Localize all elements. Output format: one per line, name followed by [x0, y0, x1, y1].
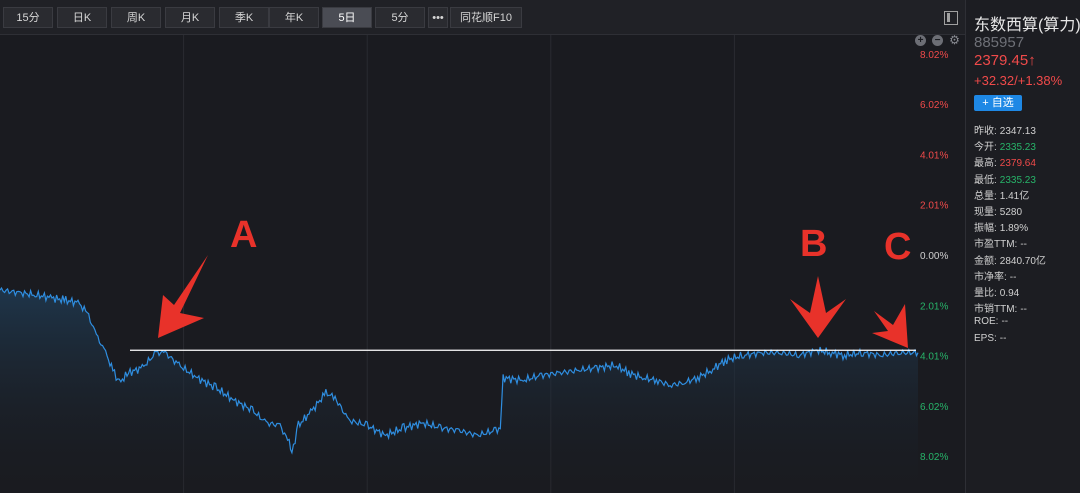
- stock-name: 东数西算(算力): [974, 17, 1080, 34]
- stat-label: 现量:: [974, 207, 997, 218]
- tab-f10[interactable]: 同花顺F10: [450, 7, 522, 28]
- stat-row: 最低: 2335.23: [974, 171, 1036, 186]
- stat-label: 最低:: [974, 174, 997, 186]
- stat-row: 市盈TTM: --: [974, 235, 1027, 250]
- stat-row: 市销TTM: --: [974, 300, 1027, 315]
- stat-value: --: [1020, 304, 1027, 316]
- y-tick-label: 6.02%: [920, 402, 948, 413]
- stat-label: 最高:: [974, 158, 997, 170]
- stat-value: --: [999, 332, 1007, 344]
- chart-canvas: 8.02% 6.02% 4.01% 2.01% 0.00% 2.01% 4.01% 6.02%…: [0, 35, 948, 493]
- stat-label: 量比:: [974, 288, 997, 299]
- chart-settings-gear-icon[interactable]: ⚙: [949, 34, 960, 46]
- period-toolbar: 15分 日K 周K 月K 季K 年K 5日 5分 ••• 同花顺F10: [0, 0, 965, 35]
- zoom-in-icon[interactable]: +: [915, 35, 926, 46]
- stat-label: 市净率:: [974, 271, 1007, 283]
- y-tick-label: 0.00%: [920, 251, 948, 262]
- zoom-out-icon[interactable]: −: [932, 35, 943, 46]
- stat-value: 0.94: [999, 288, 1020, 299]
- stat-label: 昨收:: [974, 126, 997, 137]
- stat-row: 市净率: --: [974, 268, 1016, 283]
- annotation-b: B: [800, 223, 827, 265]
- stat-value: 2379.64: [999, 158, 1036, 170]
- stat-row: EPS: --: [974, 333, 1006, 344]
- arrow-a-icon: [158, 255, 208, 338]
- stat-label: 市盈TTM:: [974, 239, 1018, 251]
- annotation-a: A: [230, 214, 257, 256]
- stat-value: 2335.23: [999, 142, 1036, 154]
- stat-label: EPS:: [974, 332, 997, 344]
- last-price: 2379.45↑: [974, 52, 1036, 69]
- stat-value: 2347.13: [999, 126, 1036, 137]
- stat-row: 昨收: 2347.13: [974, 122, 1036, 137]
- stat-label: 金额:: [974, 255, 997, 267]
- y-tick-label: 8.02%: [920, 50, 948, 61]
- stat-label: ROE:: [974, 316, 999, 328]
- more-tabs-button[interactable]: •••: [428, 7, 448, 28]
- tab-15min[interactable]: 15分: [3, 7, 53, 28]
- stat-value: 1.41亿: [999, 190, 1030, 202]
- intraday-chart: 8.02% 6.02% 4.01% 2.01% 0.00% 2.01% 4.01% 6.02%…: [0, 34, 965, 493]
- tab-5day[interactable]: 5日: [322, 7, 372, 28]
- stat-row: 现量: 5280: [974, 203, 1022, 218]
- y-tick-label: 2.01%: [920, 301, 948, 312]
- stock-code: 885957: [974, 34, 1025, 51]
- tab-5min[interactable]: 5分: [375, 7, 425, 28]
- quote-panel: 东数西算(算力) 885957 2379.45↑ +32.32/+1.38% +…: [965, 0, 1080, 493]
- y-tick-label: 6.02%: [920, 100, 948, 111]
- tab-weekly-k[interactable]: 周K: [111, 7, 161, 28]
- stat-row: 今开: 2335.23: [974, 138, 1036, 153]
- stat-value: 1.89%: [999, 223, 1029, 235]
- y-tick-label: 4.01%: [920, 352, 948, 363]
- stat-label: 今开:: [974, 142, 997, 154]
- arrow-b-icon: [790, 276, 846, 338]
- stat-value: --: [1009, 271, 1017, 283]
- stat-row: 金额: 2840.70亿: [974, 252, 1046, 267]
- add-to-watchlist-button[interactable]: + 自选: [974, 95, 1022, 111]
- tab-monthly-k[interactable]: 月K: [165, 7, 215, 28]
- stat-value: 5280: [999, 207, 1023, 218]
- stat-row: 总量: 1.41亿: [974, 187, 1029, 202]
- y-tick-label: 2.01%: [920, 201, 948, 212]
- stat-row: 量比: 0.94: [974, 284, 1019, 299]
- tab-quarterly-k[interactable]: 季K: [219, 7, 269, 28]
- price-change: +32.32/+1.38%: [974, 73, 1063, 88]
- stat-label: 市销TTM:: [974, 304, 1018, 316]
- y-tick-label: 4.01%: [920, 151, 948, 162]
- tab-daily-k[interactable]: 日K: [57, 7, 107, 28]
- stat-row: ROE: --: [974, 316, 1008, 327]
- stat-row: 最高: 2379.64: [974, 154, 1036, 169]
- stat-row: 振幅: 1.89%: [974, 219, 1028, 234]
- stat-label: 总量:: [974, 190, 997, 202]
- stat-value: 2840.70亿: [999, 255, 1046, 267]
- layout-toggle-icon[interactable]: [944, 11, 958, 25]
- arrow-c-icon: [872, 304, 908, 348]
- annotation-c: C: [884, 226, 911, 268]
- stat-value: --: [1001, 316, 1009, 328]
- stat-value: --: [1020, 239, 1027, 251]
- price-area-fill: [0, 288, 918, 493]
- y-tick-label: 8.02%: [920, 452, 948, 463]
- tab-yearly-k[interactable]: 年K: [269, 7, 319, 28]
- stat-label: 振幅:: [974, 223, 997, 235]
- stat-value: 2335.23: [999, 174, 1036, 186]
